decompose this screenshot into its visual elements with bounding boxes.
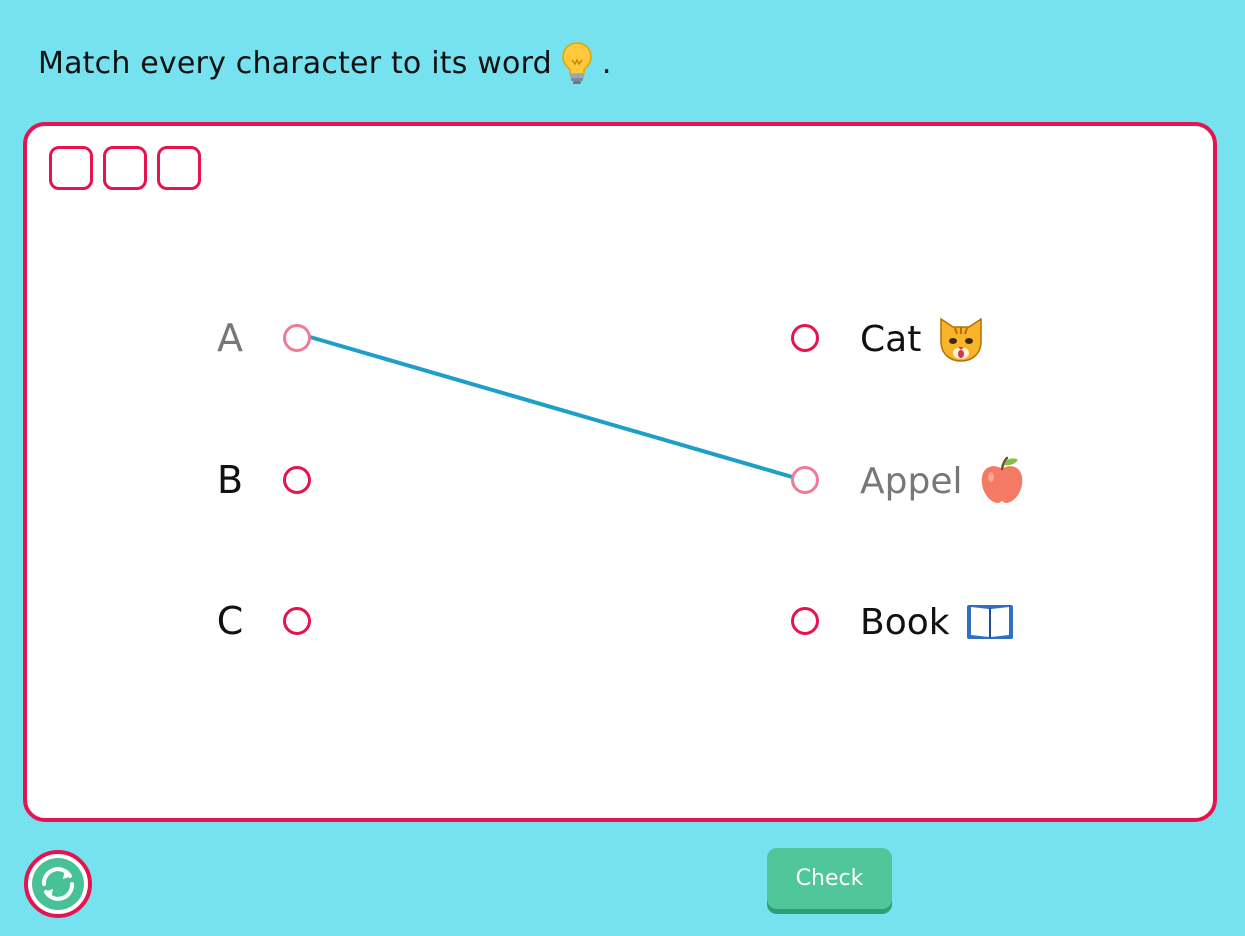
- instruction: Match every character to its word .: [38, 38, 612, 88]
- left-item-b-connector[interactable]: [283, 466, 311, 494]
- right-item-appel-connector[interactable]: [791, 466, 819, 494]
- right-item-appel-label: Appel: [860, 460, 963, 502]
- book-icon: [964, 596, 1016, 648]
- right-item-cat: Cat: [860, 311, 987, 367]
- apple-icon: [976, 455, 1028, 507]
- check-button[interactable]: Check: [767, 848, 892, 914]
- left-item-c-label: C: [216, 599, 244, 643]
- progress-slot: [103, 146, 147, 190]
- left-item-a-connector[interactable]: [283, 324, 311, 352]
- matching-exercise: Match every character to its word . A B: [0, 0, 1245, 936]
- right-item-cat-connector[interactable]: [791, 324, 819, 352]
- cat-face-icon: [935, 313, 987, 365]
- progress-slot: [157, 146, 201, 190]
- lightbulb-icon: [560, 40, 594, 86]
- right-item-cat-label: Cat: [860, 318, 922, 360]
- right-item-book: Book: [860, 594, 1016, 650]
- connector-line: [308, 335, 808, 483]
- instruction-text: Match every character to its word: [38, 45, 552, 81]
- left-item-a-label: A: [217, 316, 243, 360]
- left-item-c-connector[interactable]: [283, 607, 311, 635]
- progress-slot: [49, 146, 93, 190]
- right-item-book-connector[interactable]: [791, 607, 819, 635]
- right-item-book-label: Book: [860, 601, 950, 643]
- left-item-b-label: B: [216, 458, 244, 502]
- instruction-suffix: .: [601, 45, 612, 81]
- matching-panel: A B C Cat Appel Book: [23, 122, 1217, 822]
- refresh-icon: [32, 858, 84, 910]
- reset-button[interactable]: [24, 850, 92, 918]
- right-item-appel: Appel: [860, 453, 1028, 509]
- progress-slots: [49, 146, 201, 190]
- connector-canvas: [308, 335, 808, 483]
